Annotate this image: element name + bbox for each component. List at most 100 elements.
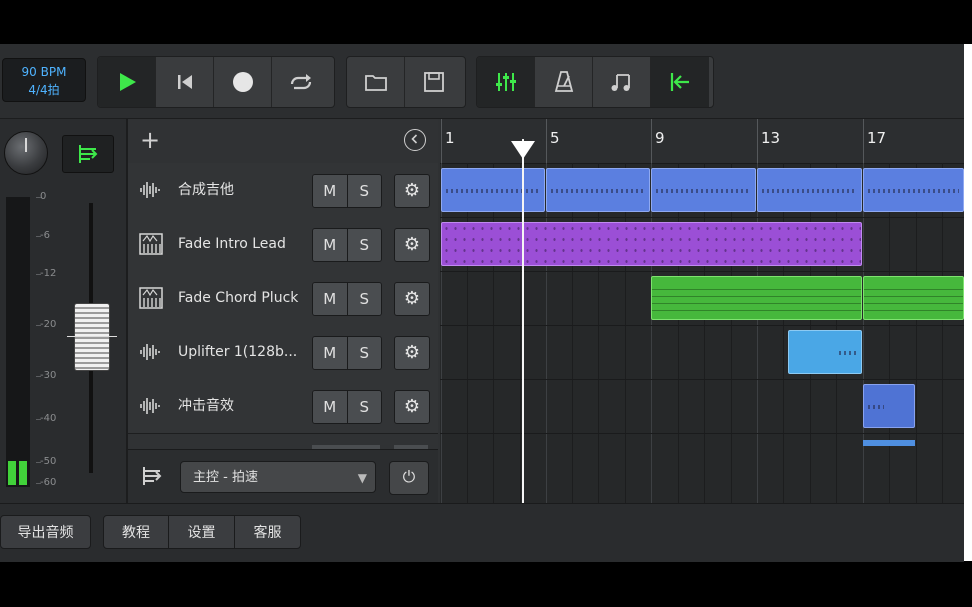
settings-button[interactable]: 设置 — [168, 515, 235, 549]
pan-knob[interactable] — [4, 131, 48, 175]
master-tempo-select[interactable]: 主控 - 拍速 ▼ — [180, 461, 376, 493]
record-button[interactable] — [214, 57, 272, 107]
loop-icon — [290, 74, 312, 90]
track-name: Fade Intro Lead — [178, 236, 286, 252]
track-settings-button[interactable]: ⚙ — [394, 174, 430, 208]
scale-label: 0 — [40, 191, 47, 202]
scale-label: -30 — [40, 370, 57, 381]
save-project-button[interactable] — [405, 57, 463, 107]
export-audio-button[interactable]: 导出音频 — [0, 515, 91, 549]
bar-number: 5 — [550, 129, 560, 147]
audio-wave-icon — [138, 394, 164, 418]
gear-icon: ⚙ — [403, 342, 421, 363]
audio-clip[interactable] — [757, 168, 862, 212]
solo-button[interactable]: S — [347, 175, 381, 207]
open-project-button[interactable] — [347, 57, 405, 107]
track-lane[interactable] — [440, 271, 964, 326]
solo-button[interactable]: S — [347, 391, 381, 423]
mute-button[interactable]: M — [313, 229, 348, 261]
midi-clip[interactable] — [863, 276, 964, 320]
audio-clip-peek — [863, 440, 915, 446]
track-row[interactable]: Fade Intro Lead M S ⚙ — [128, 217, 438, 272]
scale-label: -40 — [40, 413, 57, 424]
audio-clip[interactable] — [863, 384, 915, 428]
audio-wave-icon — [138, 178, 164, 202]
mute-button[interactable]: M — [313, 337, 348, 369]
track-name: Uplifter 1(128b... — [178, 344, 298, 360]
snap-to-start-button[interactable] — [651, 57, 709, 107]
track-row[interactable]: Uplifter 1(128b... M S ⚙ — [128, 325, 438, 380]
loop-button[interactable] — [272, 57, 330, 107]
track-settings-button[interactable]: ⚙ — [394, 336, 430, 370]
track-lane[interactable] — [440, 325, 964, 380]
track-lane[interactable] — [440, 217, 964, 272]
mute-solo: M S — [312, 390, 382, 424]
track-settings-button[interactable]: ⚙ — [394, 282, 430, 316]
audio-clip[interactable] — [788, 330, 862, 374]
power-button[interactable]: ⏻ — [389, 461, 429, 495]
audio-clip[interactable] — [863, 168, 964, 212]
arrangement-view[interactable]: 1 5 9 13 17 — [440, 119, 964, 503]
track-list-header: + — [128, 119, 438, 164]
audio-clip[interactable] — [546, 168, 650, 212]
snap-to-start-icon — [670, 73, 689, 91]
metronome-icon — [554, 71, 573, 92]
tutorial-button[interactable]: 教程 — [103, 515, 169, 549]
mixer-icon — [495, 73, 516, 91]
rewind-button[interactable] — [156, 57, 214, 107]
audio-wave-icon — [138, 340, 164, 364]
bus-routing-button[interactable] — [62, 135, 114, 173]
track-lane[interactable] — [440, 379, 964, 434]
rewind-icon — [177, 75, 192, 89]
midi-clip[interactable] — [651, 276, 862, 320]
track-settings-button[interactable]: ⚙ — [394, 228, 430, 262]
time-signature: 4/4拍 — [28, 83, 60, 97]
play-icon — [119, 73, 136, 91]
bpm-value: 90 BPM — [21, 65, 67, 79]
daw-app: 90 BPM 4/4拍 0 -6 -12 -20 -30 -40 -50 -60… — [0, 44, 964, 562]
track-lane[interactable] — [440, 163, 964, 218]
audio-clip[interactable] — [651, 168, 756, 212]
mute-button[interactable]: M — [313, 175, 348, 207]
view-controls — [476, 56, 714, 108]
record-icon — [232, 72, 253, 92]
routing-icon — [79, 145, 98, 163]
mute-button[interactable]: M — [313, 283, 348, 315]
master-select-label: 主控 - 拍速 — [193, 470, 258, 485]
metronome-button[interactable] — [535, 57, 593, 107]
track-row[interactable]: 冲击音效 M S ⚙ — [128, 379, 438, 434]
track-row[interactable]: Fade Chord Pluck M S ⚙ — [128, 271, 438, 326]
mute-button[interactable]: M — [313, 391, 348, 423]
bar-number: 17 — [867, 129, 887, 147]
collapse-panel-button[interactable] — [404, 129, 426, 151]
gear-icon: ⚙ — [403, 180, 421, 201]
master-track: 主控 - 拍速 ▼ ⏻ — [128, 449, 438, 504]
solo-button[interactable]: S — [347, 283, 381, 315]
scale-label: -6 — [40, 230, 50, 241]
track-settings-button[interactable]: ⚙ — [394, 390, 430, 424]
level-meter-right — [19, 461, 27, 485]
track-row[interactable]: 合成吉他 M S ⚙ — [128, 163, 438, 218]
mute-solo: M S — [312, 336, 382, 370]
tempo-display[interactable]: 90 BPM 4/4拍 — [2, 58, 86, 102]
bar-number: 9 — [655, 129, 665, 147]
add-track-button[interactable]: + — [140, 125, 160, 155]
volume-fader-handle[interactable] — [67, 303, 117, 371]
mixer-button[interactable] — [477, 57, 535, 107]
audio-clip[interactable] — [441, 168, 545, 212]
midi-clip[interactable] — [441, 222, 862, 266]
master-volume-panel: 0 -6 -12 -20 -30 -40 -50 -60 — [0, 119, 128, 503]
mute-solo: M S — [312, 228, 382, 262]
scale-label: -20 — [40, 319, 57, 330]
gear-icon: ⚙ — [403, 288, 421, 309]
synth-keyboard-icon — [138, 232, 164, 256]
scale-label: -60 — [40, 477, 57, 488]
support-button[interactable]: 客服 — [234, 515, 301, 549]
solo-button[interactable]: S — [347, 337, 381, 369]
bar-number: 13 — [761, 129, 781, 147]
play-button[interactable] — [98, 57, 156, 107]
notes-button[interactable] — [593, 57, 651, 107]
playhead-handle[interactable] — [511, 141, 535, 159]
solo-button[interactable]: S — [347, 229, 381, 261]
routing-icon — [140, 465, 164, 491]
